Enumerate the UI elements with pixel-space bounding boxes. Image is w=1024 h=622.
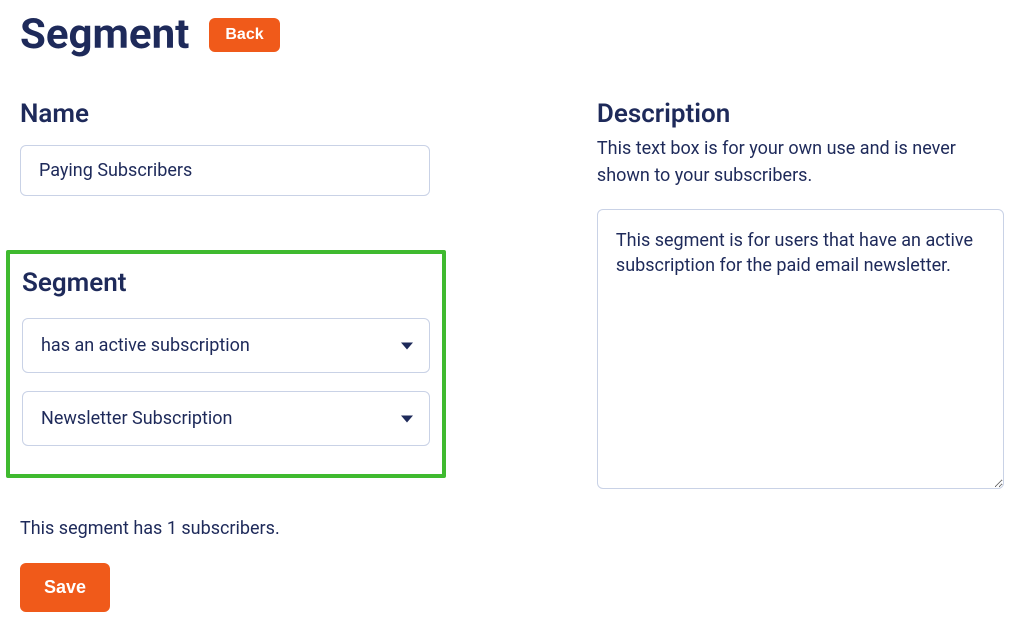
name-input[interactable]	[20, 145, 430, 196]
segment-highlight-box: Segment has an active subscription Newsl…	[6, 250, 446, 478]
segment-product-select[interactable]: Newsletter Subscription	[22, 391, 430, 446]
description-help-text: This text box is for your own use and is…	[597, 135, 1004, 189]
segment-condition-select[interactable]: has an active subscription	[22, 318, 430, 373]
segment-label: Segment	[22, 268, 430, 298]
description-textarea[interactable]	[597, 209, 1004, 489]
name-label: Name	[20, 99, 447, 129]
save-button[interactable]: Save	[20, 563, 110, 612]
back-button[interactable]: Back	[209, 18, 279, 52]
page-title: Segment	[20, 10, 189, 59]
subscriber-count-text: This segment has 1 subscribers.	[20, 518, 447, 539]
description-label: Description	[597, 99, 1004, 129]
